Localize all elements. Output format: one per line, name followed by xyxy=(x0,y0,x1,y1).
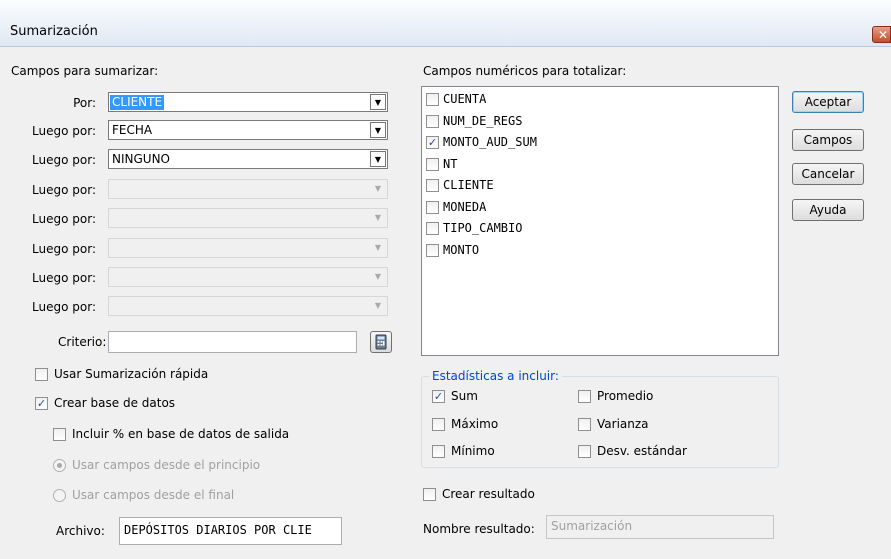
stat-maximo-checkbox[interactable] xyxy=(432,418,445,431)
archivo-input[interactable]: DEPÓSITOS DIARIOS POR CLIE xyxy=(119,517,342,545)
field-label: MONTO xyxy=(443,242,480,257)
stat-minimo-checkbox[interactable] xyxy=(432,445,445,458)
stat-varianza-label: Varianza xyxy=(597,417,649,431)
window-title: Sumarización xyxy=(10,24,98,39)
luego-por-label: Luego por: xyxy=(32,124,96,138)
usar-rapida-checkbox[interactable] xyxy=(35,368,48,381)
luego-por-label: Luego por: xyxy=(32,153,96,167)
field-checkbox[interactable] xyxy=(426,200,439,214)
criterio-label: Criterio: xyxy=(58,335,107,349)
select-value: CLIENTE xyxy=(110,95,165,110)
estadisticas-label: Estadísticas a incluir: xyxy=(429,369,562,383)
chevron-down-icon[interactable]: ▼ xyxy=(370,122,386,138)
luego-por-label: Luego por: xyxy=(32,212,96,226)
incluir-pct-checkbox[interactable] xyxy=(53,428,66,441)
chevron-down-icon: ▼ xyxy=(374,243,382,252)
stat-maximo-label: Máximo xyxy=(451,417,499,431)
nombre-resultado-label: Nombre resultado: xyxy=(423,522,535,536)
stat-sum-label: Sum xyxy=(451,389,478,403)
aceptar-button[interactable]: Aceptar xyxy=(792,91,864,113)
por-select[interactable]: CLIENTE ▼ xyxy=(108,92,388,112)
luego-por-select: ▼ xyxy=(108,208,388,228)
crear-resultado-checkbox[interactable] xyxy=(423,488,436,501)
radio-principio-label: Usar campos desde el principio xyxy=(72,458,261,472)
select-value: NINGUNO xyxy=(112,152,170,166)
crear-bd-label: Crear base de datos xyxy=(54,396,176,410)
nombre-resultado-input[interactable]: Sumarización xyxy=(546,515,774,539)
field-checkbox[interactable] xyxy=(426,157,439,171)
incluir-pct-label: Incluir % en base de datos de salida xyxy=(72,427,290,441)
chevron-down-icon: ▼ xyxy=(374,184,382,193)
stat-sum-checkbox[interactable]: ✓ xyxy=(432,390,445,403)
luego-por-select[interactable]: FECHA ▼ xyxy=(108,120,388,140)
stat-varianza-checkbox[interactable] xyxy=(578,418,591,431)
luego-por-label: Luego por: xyxy=(32,183,96,197)
radio-final[interactable] xyxy=(53,489,66,502)
field-label: NUM_DE_REGS xyxy=(443,113,523,128)
luego-por-select: ▼ xyxy=(108,179,388,199)
field-checkbox[interactable] xyxy=(426,93,439,106)
numeric-fields-list[interactable]: CUENTA NUM_DE_REGS ✓ MONTO_AUD_SUM NT CLIENTE… xyxy=(421,86,779,356)
luego-por-select: ▼ xyxy=(108,267,388,287)
calculator-button[interactable] xyxy=(370,331,392,353)
luego-por-label: Luego por: xyxy=(32,271,96,285)
stat-promedio-label: Promedio xyxy=(597,389,654,403)
close-button[interactable]: ✕ xyxy=(872,26,891,43)
field-checkbox[interactable] xyxy=(426,179,439,192)
luego-por-select: ▼ xyxy=(108,238,388,258)
archivo-label: Archivo: xyxy=(56,524,105,538)
field-label: CLIENTE xyxy=(443,178,494,192)
chevron-down-icon[interactable]: ▼ xyxy=(370,94,386,110)
field-checkbox[interactable]: ✓ xyxy=(426,136,439,149)
title-bar xyxy=(0,0,891,47)
stat-desv-checkbox[interactable] xyxy=(578,445,591,458)
campos-numericos-label: Campos numéricos para totalizar: xyxy=(423,64,627,78)
crear-bd-checkbox[interactable]: ✓ xyxy=(35,397,48,410)
field-checkbox[interactable] xyxy=(426,243,439,257)
chevron-down-icon: ▼ xyxy=(374,272,382,281)
stat-promedio-checkbox[interactable] xyxy=(578,390,591,403)
chevron-down-icon[interactable]: ▼ xyxy=(370,151,386,167)
field-label: NT xyxy=(443,156,458,171)
chevron-down-icon: ▼ xyxy=(374,213,382,222)
campos-sumarizar-label: Campos para sumarizar: xyxy=(11,64,159,78)
campos-button[interactable]: Campos xyxy=(792,129,864,151)
crear-resultado-label: Crear resultado xyxy=(442,487,535,501)
stat-minimo-label: Mínimo xyxy=(451,444,495,458)
field-label: MONEDA xyxy=(443,199,487,214)
luego-por-select: ▼ xyxy=(108,296,388,316)
criterio-input[interactable] xyxy=(108,331,357,353)
ayuda-button[interactable]: Ayuda xyxy=(792,199,864,221)
close-icon: ✕ xyxy=(878,28,889,42)
field-checkbox[interactable] xyxy=(426,114,439,128)
radio-final-label: Usar campos desde el final xyxy=(72,488,235,502)
stat-desv-label: Desv. estándar xyxy=(597,444,687,458)
chevron-down-icon: ▼ xyxy=(374,301,382,310)
field-label: TIPO_CAMBIO xyxy=(443,221,523,235)
select-value: FECHA xyxy=(112,123,153,137)
field-checkbox[interactable] xyxy=(426,222,439,235)
cancelar-button[interactable]: Cancelar xyxy=(792,163,864,185)
luego-por-label: Luego por: xyxy=(32,300,96,314)
radio-principio[interactable] xyxy=(53,459,66,472)
field-label: CUENTA xyxy=(443,92,487,106)
field-label: MONTO_AUD_SUM xyxy=(443,135,537,149)
luego-por-select[interactable]: NINGUNO ▼ xyxy=(108,149,388,169)
por-label: Por: xyxy=(73,96,96,110)
usar-rapida-label: Usar Sumarización rápida xyxy=(54,367,209,381)
luego-por-label: Luego por: xyxy=(32,242,96,256)
calculator-icon xyxy=(375,334,387,350)
